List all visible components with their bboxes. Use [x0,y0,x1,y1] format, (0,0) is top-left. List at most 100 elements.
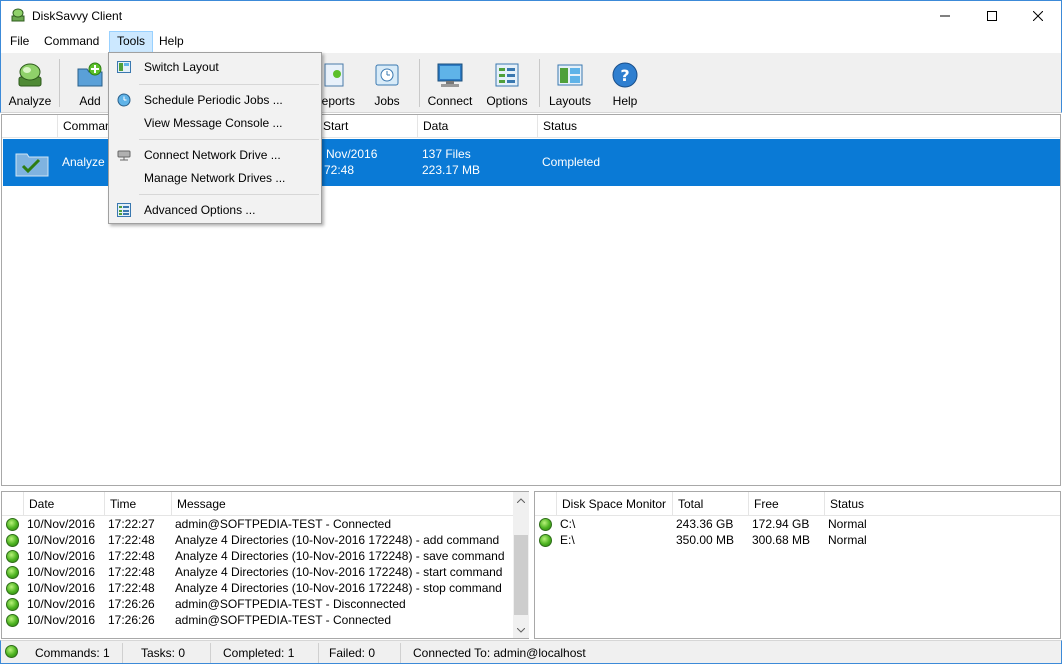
status-commands: Commands: 1 [27,643,123,663]
message-log-header: Date Time Message [2,492,528,516]
menu-item-view-message-console[interactable]: View Message Console ... [111,112,319,134]
minimize-button[interactable] [922,1,968,31]
menu-item-schedule-periodic-jobs[interactable]: Schedule Periodic Jobs ... [111,89,319,111]
close-icon [1033,11,1043,21]
disk-monitor-header: Disk Space Monitor Total Free Status [535,492,1060,516]
connect-button[interactable]: Connect [424,56,476,110]
command-data-files: 137 Files [422,147,471,161]
toolbar-separator [419,59,420,107]
advanced-options-icon [117,203,131,217]
menu-separator [139,84,319,85]
column-disk[interactable]: Disk Space Monitor [557,492,673,516]
status-ok-icon [6,518,19,531]
status-connected: Connected To: admin@localhost [413,646,586,660]
column-time[interactable]: Time [105,492,172,516]
menu-bar: File Command Tools Help [0,31,1062,53]
window-title: DiskSavvy Client [32,9,123,23]
command-status: Completed [542,155,601,169]
analyze-icon [18,63,42,87]
menu-item-advanced-options[interactable]: Advanced Options ... [111,199,319,221]
table-row[interactable]: 10/Nov/2016 17:22:48 Analyze 4 Directori… [2,548,528,564]
app-icon [11,8,25,22]
schedule-icon [117,93,131,107]
maximize-button[interactable] [969,1,1015,31]
menu-separator [139,139,319,140]
scroll-down-button[interactable] [513,622,529,638]
disk-space-monitor[interactable]: Disk Space Monitor Total Free Status C:\… [534,491,1061,639]
command-start-date: Nov/2016 [326,147,378,161]
table-row[interactable]: C:\ 243.36 GB 172.94 GB Normal [535,516,1060,532]
column-total[interactable]: Total [673,492,749,516]
status-ok-icon [6,598,19,611]
tools-menu: Switch Layout Schedule Periodic Jobs ...… [108,52,322,224]
network-drive-icon [117,150,131,161]
menu-separator [139,194,319,195]
command-name: Analyze 4 [62,155,115,169]
table-row[interactable]: 10/Nov/2016 17:22:27 admin@SOFTPEDIA-TES… [2,516,528,532]
minimize-icon [940,15,950,17]
column-message[interactable]: Message [172,492,513,516]
switch-layout-icon [117,61,131,73]
menu-help[interactable]: Help [152,31,191,53]
column-date[interactable]: Date [24,492,105,516]
title-bar: DiskSavvy Client [0,0,1062,31]
column-icon[interactable] [535,492,557,516]
column-icon[interactable] [2,492,24,516]
menu-item-manage-network-drives[interactable]: Manage Network Drives ... [111,167,319,189]
reports-icon [324,63,344,87]
menu-file[interactable]: File [3,31,36,53]
layouts-icon [557,64,583,86]
scroll-thumb[interactable] [514,535,528,615]
connect-icon [437,63,463,87]
column-status[interactable]: Status [538,115,1060,138]
menu-item-connect-network-drive[interactable]: Connect Network Drive ... [111,144,319,166]
status-completed: Completed: 1 [215,643,319,663]
jobs-button[interactable]: Jobs [364,56,410,110]
maximize-icon [987,11,997,21]
column-data[interactable]: Data [418,115,538,138]
column-status[interactable]: Status [825,492,1060,516]
analyze-button[interactable]: Analyze [4,56,56,110]
add-icon [77,62,103,87]
table-row[interactable]: 10/Nov/2016 17:22:48 Analyze 4 Directori… [2,580,528,596]
status-ok-icon [6,614,19,627]
status-bar: Commands: 1 Tasks: 0 Completed: 1 Failed… [0,640,1062,664]
options-icon [495,63,519,87]
column-icon[interactable] [2,115,58,138]
table-row[interactable]: 10/Nov/2016 17:26:26 admin@SOFTPEDIA-TES… [2,596,528,612]
options-button[interactable]: Options [483,56,531,110]
svg-text:?: ? [620,66,629,85]
table-row[interactable]: E:\ 350.00 MB 300.68 MB Normal [535,532,1060,548]
table-row[interactable]: 10/Nov/2016 17:22:48 Analyze 4 Directori… [2,532,528,548]
status-ok-icon [6,534,19,547]
status-ok-icon [6,566,19,579]
table-row[interactable]: 10/Nov/2016 17:22:48 Analyze 4 Directori… [2,564,528,580]
status-tasks: Tasks: 0 [133,643,211,663]
command-data-size: 223.17 MB [422,163,481,177]
toolbar-separator [59,59,60,107]
log-scrollbar[interactable] [513,492,529,638]
status-ok-icon [539,534,552,547]
column-free[interactable]: Free [749,492,825,516]
command-start-time: 72:48 [324,163,355,177]
toolbar-separator [539,59,540,107]
help-icon: ? [612,62,638,88]
message-log[interactable]: Date Time Message 10/Nov/2016 17:22:27 a… [1,491,529,639]
status-ok-icon [6,582,19,595]
chevron-up-icon [517,497,525,503]
menu-command[interactable]: Command [37,31,106,53]
close-button[interactable] [1015,1,1061,31]
folder-check-icon [15,153,49,177]
menu-item-switch-layout[interactable]: Switch Layout [111,56,319,78]
status-ok-icon [6,550,19,563]
layouts-button[interactable]: Layouts [543,56,597,110]
connection-status-icon [5,645,18,658]
column-start[interactable]: Start [318,115,418,138]
help-button[interactable]: ? Help [602,56,648,110]
menu-tools[interactable]: Tools [109,31,154,53]
chevron-down-icon [517,627,525,633]
scroll-up-button[interactable] [513,492,529,508]
status-ok-icon [539,518,552,531]
status-failed: Failed: 0 [321,643,401,663]
table-row[interactable]: 10/Nov/2016 17:26:26 admin@SOFTPEDIA-TES… [2,612,528,628]
